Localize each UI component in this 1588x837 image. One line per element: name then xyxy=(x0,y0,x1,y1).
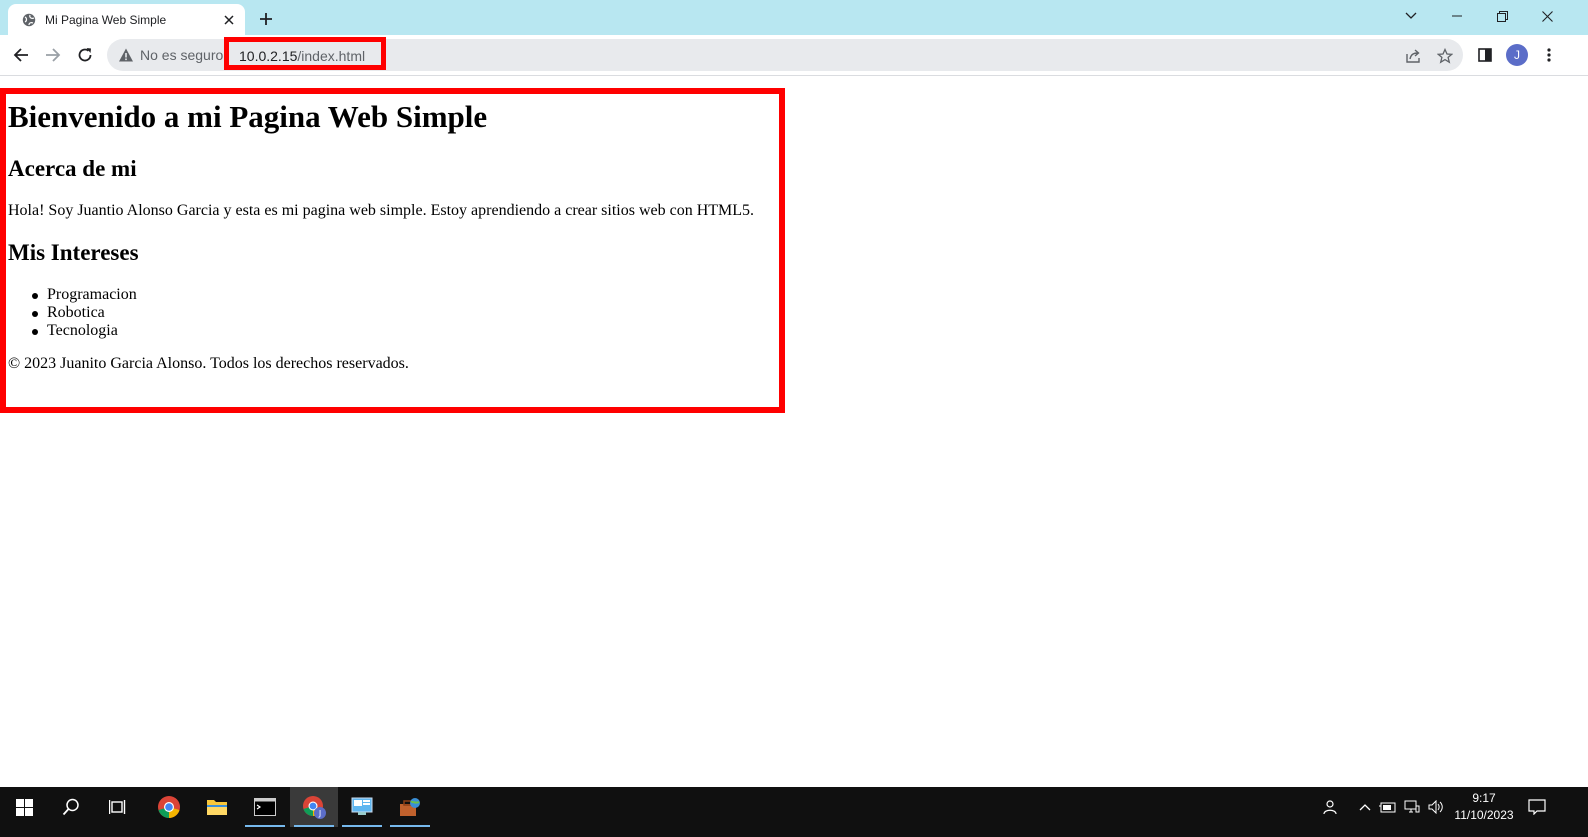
bookmark-star-icon[interactable] xyxy=(1436,47,1454,65)
forward-button[interactable] xyxy=(40,42,66,68)
url-host: 10.0.2.15 xyxy=(239,48,298,64)
battery-icon[interactable] xyxy=(1378,797,1398,817)
running-indicator xyxy=(342,825,382,827)
list-item: Robotica xyxy=(32,304,105,322)
side-panel-icon[interactable] xyxy=(1474,44,1496,66)
about-heading: Acerca de mi xyxy=(8,156,137,181)
bullet-icon xyxy=(32,311,38,317)
running-indicator xyxy=(390,825,430,827)
chrome-profile-icon[interactable]: J xyxy=(290,787,338,827)
system-clock[interactable]: 9:17 11/10/2023 xyxy=(1450,790,1518,824)
page-footer: © 2023 Juanito Garcia Alonso. Todos los … xyxy=(8,355,409,372)
browser-tab[interactable]: Mi Pagina Web Simple xyxy=(8,4,245,35)
running-indicator xyxy=(245,825,285,827)
back-button[interactable] xyxy=(8,42,34,68)
tab-strip: Mi Pagina Web Simple xyxy=(0,0,1588,35)
running-indicator xyxy=(294,825,334,827)
list-item: Programacion xyxy=(32,286,137,304)
file-explorer-icon[interactable] xyxy=(193,787,241,827)
tab-close-icon[interactable] xyxy=(221,12,237,28)
task-view-icon[interactable] xyxy=(94,787,142,827)
profile-avatar[interactable]: J xyxy=(1506,44,1528,66)
volume-icon[interactable] xyxy=(1426,797,1446,817)
list-item-label: Robotica xyxy=(47,304,105,321)
terminal-icon[interactable] xyxy=(241,787,289,827)
share-icon[interactable] xyxy=(1404,47,1422,65)
close-window-icon[interactable] xyxy=(1524,0,1570,32)
network-icon[interactable] xyxy=(1402,797,1422,817)
control-panel-icon[interactable] xyxy=(338,787,386,827)
list-item-label: Tecnologia xyxy=(47,322,118,339)
bullet-icon xyxy=(32,293,38,299)
new-tab-button[interactable] xyxy=(255,8,277,30)
network-app-icon[interactable] xyxy=(386,787,434,827)
tab-title: Mi Pagina Web Simple xyxy=(45,12,167,27)
url-path: /index.html xyxy=(297,48,366,64)
search-icon[interactable] xyxy=(47,787,95,827)
minimize-icon[interactable] xyxy=(1434,0,1480,32)
menu-kebab-icon[interactable] xyxy=(1538,44,1560,66)
interests-heading: Mis Intereses xyxy=(8,240,139,265)
url-text: 10.0.2.15/index.html xyxy=(239,48,365,64)
warning-icon[interactable] xyxy=(118,47,134,63)
screen: Mi Pagina Web Simple No es seguro J 10.0… xyxy=(0,0,1588,837)
notification-icon[interactable] xyxy=(1527,797,1547,817)
people-icon[interactable] xyxy=(1320,797,1340,817)
svg-text:J: J xyxy=(318,809,321,818)
restore-icon[interactable] xyxy=(1479,0,1525,32)
clock-date: 11/10/2023 xyxy=(1454,808,1514,822)
taskbar: J 9:17 11/10/2023 xyxy=(0,787,1588,837)
security-status[interactable]: No es seguro xyxy=(140,47,223,63)
globe-icon xyxy=(22,13,36,27)
page-title: Bienvenido a mi Pagina Web Simple xyxy=(8,99,488,134)
list-item-label: Programacion xyxy=(47,286,137,303)
url-field[interactable]: 10.0.2.15/index.html xyxy=(224,37,386,70)
tab-search-icon[interactable] xyxy=(1388,0,1434,32)
bullet-icon xyxy=(32,329,38,335)
chrome-icon[interactable] xyxy=(145,787,193,827)
chevron-up-icon[interactable] xyxy=(1355,797,1375,817)
list-item: Tecnologia xyxy=(32,322,118,340)
start-windows-icon[interactable] xyxy=(0,787,48,827)
about-paragraph: Hola! Soy Juantio Alonso Garcia y esta e… xyxy=(8,202,755,219)
clock-time: 9:17 xyxy=(1472,791,1496,805)
reload-button[interactable] xyxy=(72,42,98,68)
